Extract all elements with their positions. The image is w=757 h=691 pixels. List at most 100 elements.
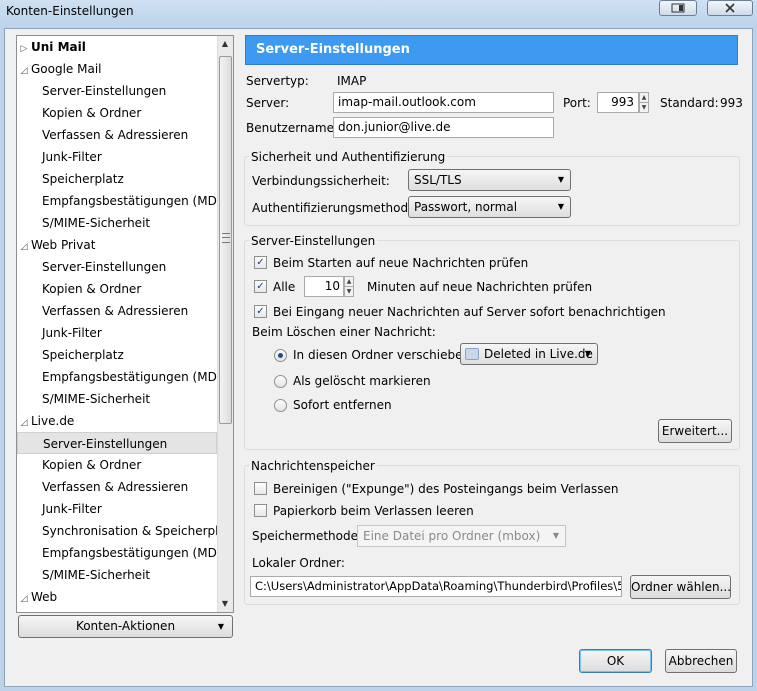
tree-setting-item[interactable]: Synchronisation & Speicherplatz [17,520,233,542]
tree-item-label: Live.de [31,414,75,428]
tree-item-label: Web Privat [31,238,96,252]
dropdown-arrow-icon: ▼ [557,175,564,184]
dropdown-arrow-icon: ▼ [584,349,591,358]
tree-setting-item[interactable]: Empfangsbestätigungen (MDN) [17,190,230,212]
security-group-title: Sicherheit und Authentifizierung [249,149,448,165]
mark-deleted-label: Als gelöscht markieren [293,374,431,388]
check-every-prefix: Alle [273,280,296,294]
tree-setting-item[interactable]: Server-Einstellungen [17,256,217,278]
remove-immediately-radio[interactable] [274,399,287,412]
tree-setting-item[interactable]: Junk-Filter [17,322,217,344]
cancel-button[interactable]: Abbrechen [665,649,737,673]
local-folder-input[interactable]: C:\Users\Administrator\AppData\Roaming\T… [250,576,622,597]
storage-method-value: Eine Datei pro Ordner (mbox) [363,529,541,543]
empty-trash-checkbox[interactable] [254,504,267,517]
collapse-arrow-icon[interactable]: ◿ [17,236,31,258]
help-icon [671,3,685,13]
tree-item-label: Empfangsbestätigungen (MDN) [42,370,231,384]
tree-setting-item[interactable]: Server-Einstellungen [17,432,217,454]
tree-account-item[interactable]: ◿ Web [17,586,217,608]
connection-security-value: SSL/TLS [414,173,462,187]
tree-account-item[interactable]: ◿ Live.de [17,410,217,432]
scroll-down-icon[interactable]: ▼ [219,598,231,610]
tree-setting-item[interactable]: S/MIME-Sicherheit [17,388,217,410]
port-down-icon[interactable]: ▼ [639,102,649,113]
move-folder-value: Deleted in Live.de [484,347,593,361]
tree-setting-item[interactable]: Kopien & Ordner [17,454,217,476]
tree-setting-item[interactable]: S/MIME-Sicherheit [17,564,217,586]
page-title: Server-Einstellungen [245,35,738,65]
scrollbar-grip-icon [222,233,230,243]
tree-account-item[interactable]: ◿ Google Mail [17,58,217,80]
move-to-folder-label: In diesen Ordner verschieben: [293,348,475,362]
help-button[interactable] [659,0,697,16]
local-folder-label: Lokaler Ordner: [252,556,345,570]
mark-deleted-radio[interactable] [274,375,287,388]
empty-trash-label: Papierkorb beim Verlassen leeren [273,504,474,518]
account-tree: ▷ Uni Mail ◿ Google Mail Server-Einstellunge… [16,35,234,613]
server-input[interactable]: imap-mail.outlook.com [333,92,554,113]
tree-setting-item[interactable]: Speicherplatz [17,344,217,366]
tree-item-label: Verfassen & Adressieren [42,304,189,318]
tree-setting-item[interactable]: Empfangsbestätigungen (MDN) [17,366,230,388]
check-interval-input[interactable]: 10 [304,276,344,297]
tree-setting-item[interactable]: Junk-Filter [17,146,217,168]
storage-method-select[interactable]: Eine Datei pro Ordner (mbox) ▼ [357,525,566,547]
tree-item-label: Kopien & Ordner [42,282,142,296]
tree-setting-item[interactable]: S/MIME-Sicherheit [17,212,217,234]
account-actions-label: Konten-Aktionen [75,619,176,633]
check-every-checkbox[interactable]: ✓ [254,280,267,293]
connection-security-label: Verbindungssicherheit: [252,174,390,188]
close-icon [725,3,735,13]
close-window-button[interactable] [707,0,753,16]
tree-account-item[interactable]: ▷ Uni Mail [17,36,217,58]
choose-folder-button[interactable]: Ordner wählen... [630,575,731,599]
move-folder-select[interactable]: Deleted in Live.de ▼ [460,343,598,365]
tree-setting-item[interactable]: Verfassen & Adressieren [17,124,217,146]
username-input[interactable]: don.junior@live.de [333,117,554,138]
tree-item-label: Junk-Filter [42,502,102,516]
storage-group-title: Nachrichtenspeicher [249,458,377,474]
tree-setting-item[interactable]: Junk-Filter [17,498,217,520]
tree-setting-item[interactable]: Verfassen & Adressieren [17,300,217,322]
check-every-suffix: Minuten auf neue Nachrichten prüfen [367,280,593,294]
expand-arrow-icon[interactable]: ▷ [17,38,31,60]
tree-item-label: Server-Einstellungen [42,260,167,274]
tree-item-label: Verfassen & Adressieren [42,480,189,494]
notify-checkbox[interactable]: ✓ [254,305,267,318]
move-to-folder-radio[interactable] [274,349,287,362]
collapse-arrow-icon[interactable]: ◿ [17,588,31,610]
tree-setting-item[interactable]: Kopien & Ordner [17,278,217,300]
tree-item-label: S/MIME-Sicherheit [42,568,151,582]
tree-item-label: Synchronisation & Speicherplatz [42,524,234,538]
tree-setting-item[interactable]: Kopien & Ordner [17,102,217,124]
auth-method-value: Passwort, normal [414,200,518,214]
collapse-arrow-icon[interactable]: ◿ [17,60,31,82]
account-actions-button[interactable]: Konten-Aktionen ▼ [18,615,233,638]
expunge-checkbox[interactable] [254,482,267,495]
port-input[interactable]: 993 [597,92,639,113]
tree-setting-item[interactable]: Empfangsbestätigungen (MDN) [17,542,230,564]
tree-item-label: Speicherplatz [42,348,124,362]
connection-security-select[interactable]: SSL/TLS ▼ [408,169,571,191]
interval-down-icon[interactable]: ▼ [344,286,354,297]
dropdown-arrow-icon: ▼ [552,531,559,540]
tree-setting-item[interactable]: Server-Einstellungen [17,80,217,102]
tree-setting-item[interactable]: Verfassen & Adressieren [17,476,217,498]
folder-icon [465,348,479,360]
ok-button[interactable]: OK [579,649,652,673]
standard-value: 993 [720,96,743,110]
dropdown-arrow-icon: ▼ [217,622,224,631]
collapse-arrow-icon[interactable]: ◿ [17,412,31,434]
tree-item-label: S/MIME-Sicherheit [42,392,151,406]
advanced-button[interactable]: Erweitert... [658,419,732,443]
scroll-up-icon[interactable]: ▲ [219,38,231,50]
tree-account-item[interactable]: ◿ Web Privat [17,234,217,256]
port-label: Port: [563,96,591,110]
scrollbar-grip-icon [222,237,230,238]
tree-item-label: Verfassen & Adressieren [42,128,189,142]
check-on-start-checkbox[interactable]: ✓ [254,256,267,269]
tree-setting-item[interactable]: Speicherplatz [17,168,217,190]
expunge-label: Bereinigen ("Expunge") des Posteingangs … [273,482,619,496]
auth-method-select[interactable]: Passwort, normal ▼ [408,196,571,218]
